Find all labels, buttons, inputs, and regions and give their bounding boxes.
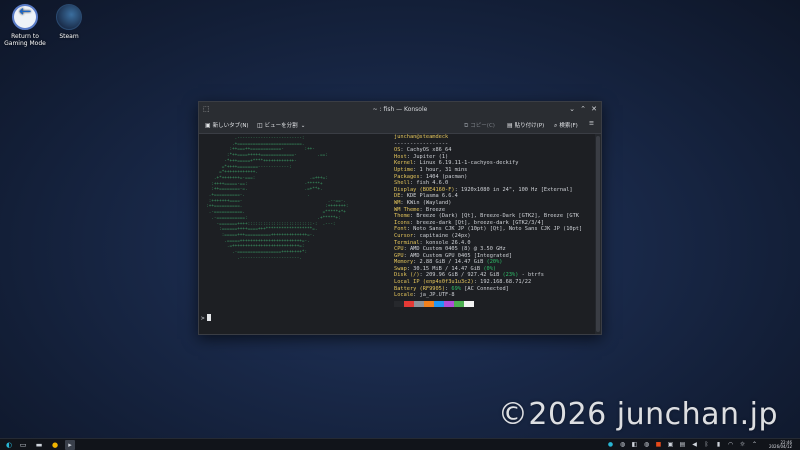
clipboard-icon[interactable]: ▤ bbox=[678, 440, 687, 450]
taskbar: ◐ ▭ ▬ ● ▸ ● ◍ ◧ ◍ ■ ▣ ▤ ◀ ᛒ ▮ ◠ ☼ ⌃ 22:4… bbox=[0, 438, 800, 450]
info-row: WM Theme: Breeze bbox=[394, 206, 446, 213]
battery-icon[interactable]: ▮ bbox=[714, 440, 723, 450]
search-icon: ⌕ bbox=[554, 122, 558, 129]
info-row: Shell: fish 4.6.0 bbox=[394, 180, 449, 187]
steam-tray-icon[interactable]: ◍ bbox=[618, 440, 627, 450]
info-row: Swap: 30.15 MiB / 14.47 GiB (0%) bbox=[394, 265, 497, 272]
bluetooth-icon[interactable]: ᛒ bbox=[702, 440, 711, 450]
copy-button[interactable]: ⧉ コピー(C) bbox=[464, 121, 495, 130]
info-row: Icons: breeze-dark [Qt], breeze-dark [GT… bbox=[394, 219, 544, 226]
palette-swatch bbox=[464, 300, 474, 307]
file-manager-icon[interactable]: ▬ bbox=[34, 440, 44, 450]
header-separator: ----------------- bbox=[394, 140, 449, 147]
info-row: Packages: 1404 (pacman) bbox=[394, 173, 468, 180]
palette-swatch bbox=[444, 300, 454, 307]
tray-app-icon[interactable]: ● bbox=[606, 440, 615, 450]
info-row: Display (BOE4160-F): 1920x1080 in 24", 1… bbox=[394, 186, 573, 193]
cachyos-ascii-logo: .-------------------------: .+==========… bbox=[206, 136, 349, 261]
color-palette bbox=[394, 300, 582, 307]
info-row: DE: KDE Plasma 6.6.4 bbox=[394, 193, 458, 200]
copy-icon: ⧉ bbox=[464, 122, 469, 129]
shell-prompt[interactable]: > bbox=[201, 314, 211, 322]
info-row: Kernel: Linux 6.19.11-1-cachyos-deckify bbox=[394, 160, 519, 167]
brightness-icon[interactable]: ☼ bbox=[738, 440, 747, 450]
palette-swatch bbox=[424, 300, 434, 307]
info-row: Host: Jupiter (1) bbox=[394, 153, 449, 160]
desktop-icon-steam[interactable]: Steam bbox=[44, 4, 94, 40]
palette-swatch bbox=[434, 300, 444, 307]
steam-tray-icon-2[interactable]: ◍ bbox=[642, 440, 651, 450]
konsole-task-icon[interactable]: ▸ bbox=[65, 440, 75, 450]
info-row: Theme: Breeze (Dark) [Qt], Breeze-Dark [… bbox=[394, 213, 579, 220]
info-row: WM: KWin (Wayland) bbox=[394, 199, 452, 206]
palette-swatch bbox=[404, 300, 414, 307]
text-cursor bbox=[206, 314, 211, 321]
info-row: Locale: ja_JP.UTF-8 bbox=[394, 292, 455, 299]
watermark: ©2026 junchan.jp bbox=[497, 397, 778, 432]
desktop-icon-return-to-gaming-mode[interactable]: Return to Gaming Mode bbox=[0, 4, 50, 47]
split-view-button[interactable]: ◫ ビューを分割 ⌄ bbox=[257, 121, 305, 129]
split-view-icon: ◫ bbox=[257, 122, 263, 129]
minimize-icon[interactable]: ⌄ bbox=[567, 104, 577, 114]
window-toolbar: ▣ 新しいタブ(N) ◫ ビューを分割 ⌄ ⧉ コピー(C) ▤ 貼り付け(P) ⌕ 検索(… bbox=[199, 116, 601, 134]
steam-icon bbox=[56, 4, 82, 30]
info-row: Terminal: konsole 26.4.0 bbox=[394, 239, 471, 246]
scrollbar-thumb[interactable] bbox=[596, 136, 600, 332]
info-row: Disk (/): 209.96 GiB / 927.42 GiB (23%) … bbox=[394, 272, 544, 279]
return-arrow-icon bbox=[12, 4, 38, 30]
maximize-icon[interactable]: ⌃ bbox=[578, 104, 588, 114]
info-row: Uptime: 1 hour, 31 mins bbox=[394, 166, 468, 173]
info-row: CPU: AMD Custom 0405 (8) @ 3.50 GHz bbox=[394, 246, 506, 253]
taskbar-clock[interactable]: 22:46 2026/04/12 bbox=[769, 441, 792, 449]
fastfetch-info: junchan@steamdeck ----------------- OS: … bbox=[394, 134, 582, 307]
find-button[interactable]: ⌕ 検索(F) bbox=[554, 121, 578, 130]
tray-icon[interactable]: ◧ bbox=[630, 440, 639, 450]
window-titlebar[interactable]: ⬚ ~ : fish — Konsole ⌄ ⌃ ✕ bbox=[199, 102, 601, 116]
info-row: Battery (RF9905): 69% [AC Connected] bbox=[394, 285, 509, 292]
info-row: Local IP (enp4s0f3u1u3c2): 192.168.68.71… bbox=[394, 279, 532, 286]
terminal-scrollbar[interactable] bbox=[595, 134, 601, 334]
tray-red-icon[interactable]: ■ bbox=[654, 440, 663, 450]
speaker-icon[interactable]: ◀ bbox=[690, 440, 699, 450]
close-icon[interactable]: ✕ bbox=[589, 104, 599, 114]
tray-expand-icon[interactable]: ⌃ bbox=[750, 440, 759, 450]
paste-button[interactable]: ▤ 貼り付け(P) bbox=[507, 121, 544, 129]
info-row: OS: CachyOS x86_64 bbox=[394, 147, 452, 154]
desktop-switcher-icon[interactable]: ▭ bbox=[18, 440, 28, 450]
palette-swatch bbox=[394, 300, 404, 307]
app-launcher-icon[interactable]: ◐ bbox=[4, 440, 14, 450]
new-tab-icon: ▣ bbox=[205, 122, 211, 129]
chevron-down-icon: ⌄ bbox=[300, 123, 306, 129]
info-row: Font: Noto Sans CJK JP (10pt) [Qt], Noto… bbox=[394, 226, 583, 233]
paste-icon: ▤ bbox=[507, 122, 513, 129]
palette-swatch bbox=[454, 300, 464, 307]
package-icon[interactable]: ▣ bbox=[666, 440, 675, 450]
user-host-header: junchan@steamdeck bbox=[394, 134, 449, 140]
info-row: Memory: 2.88 GiB / 14.47 GiB (20%) bbox=[394, 259, 503, 266]
info-row: GPU: AMD Custom GPU 0405 [Integrated] bbox=[394, 252, 513, 259]
konsole-window: ⬚ ~ : fish — Konsole ⌄ ⌃ ✕ ▣ 新しいタブ(N) ◫ ビュ… bbox=[198, 101, 602, 335]
new-tab-button[interactable]: ▣ 新しいタブ(N) bbox=[205, 121, 249, 129]
info-row: Cursor: capitaine (24px) bbox=[394, 232, 471, 239]
palette-swatch bbox=[414, 300, 424, 307]
terminal-area[interactable]: .-------------------------: .+==========… bbox=[199, 134, 595, 334]
window-title: ~ : fish — Konsole bbox=[372, 106, 428, 113]
network-icon[interactable]: ◠ bbox=[726, 440, 735, 450]
hamburger-menu-icon[interactable]: ☰ bbox=[589, 121, 594, 127]
desktop-icon-label: Return to Gaming Mode bbox=[4, 33, 46, 47]
chrome-icon[interactable]: ● bbox=[50, 440, 60, 450]
desktop-icon-label: Steam bbox=[59, 33, 79, 40]
